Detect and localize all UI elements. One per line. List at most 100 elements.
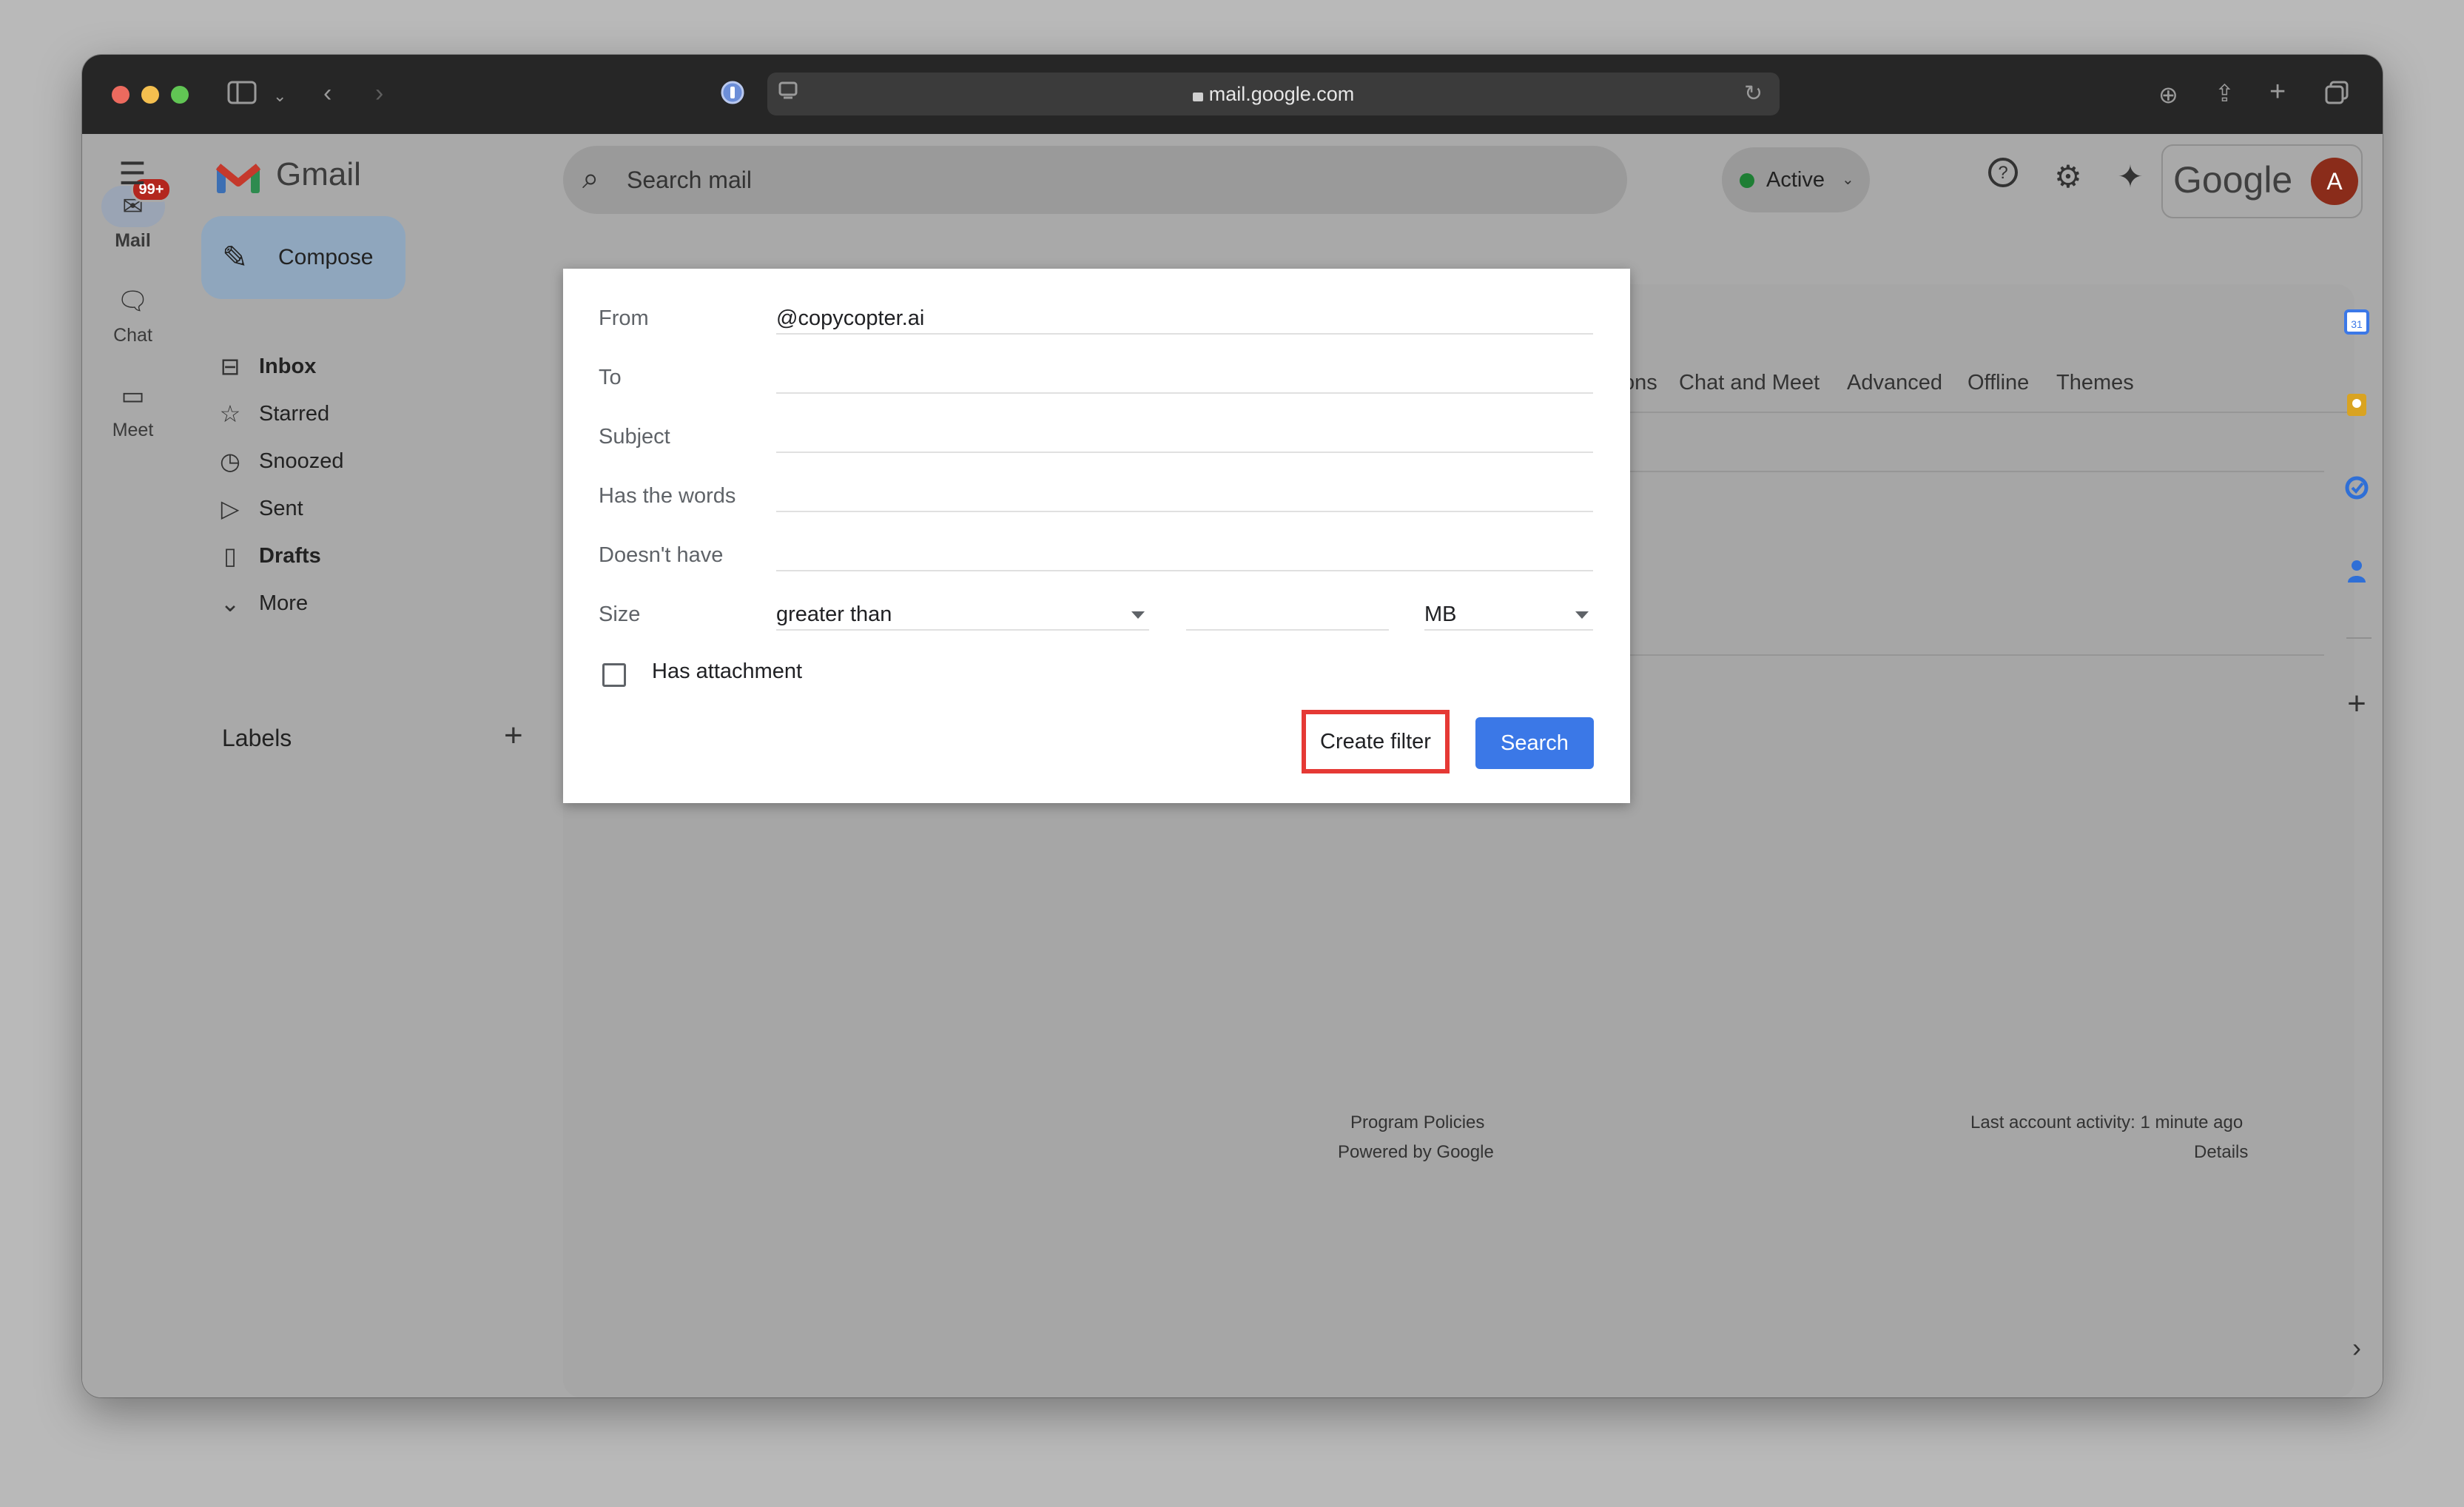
chat-icon: 🗨 [116, 287, 149, 315]
back-icon[interactable]: ‹ [323, 78, 331, 108]
sidebar-item-label: Drafts [259, 544, 321, 568]
search-filter-dialog: From @copycopter.ai To Subject Has the w… [563, 269, 1630, 803]
help-icon[interactable]: ? [1982, 156, 2024, 198]
sidebar-item-label: Inbox [259, 355, 317, 378]
app-rail: ✉ 99+ Mail 🗨 Chat ▭ Meet [82, 134, 184, 1397]
share-icon[interactable]: ⇪ [2215, 78, 2235, 108]
sidebar-item-label: Sent [259, 497, 303, 520]
subject-label: Subject [599, 425, 670, 449]
add-addon-icon[interactable]: + [2342, 688, 2372, 720]
program-policies-link[interactable]: Program Policies [1350, 1112, 1484, 1133]
google-logo: Google [2173, 159, 2293, 201]
status-selector[interactable]: Active ⌄ [1722, 147, 1870, 212]
settings-divider [1629, 654, 2324, 656]
dropdown-caret-icon [1575, 611, 1589, 619]
tab-overview-icon[interactable] [2324, 80, 2349, 112]
status-dot [1740, 173, 1754, 188]
tasks-icon[interactable] [2342, 474, 2372, 504]
subject-field[interactable] [776, 423, 1593, 453]
browser-window: ⌄ ‹ › mail.google.com ↻ ⊕ ⇪ + ✉ 99+ Mail… [82, 55, 2383, 1397]
doesnt-have-field[interactable] [776, 542, 1593, 571]
size-operator-value: greater than [776, 603, 892, 626]
gmail-logo[interactable] [215, 161, 261, 195]
avatar[interactable]: A [2311, 158, 2358, 205]
has-words-field[interactable] [776, 483, 1593, 512]
account-activity-text: Last account activity: 1 minute ago [1970, 1112, 2243, 1132]
star-icon: ☆ [219, 400, 241, 427]
main-menu-icon[interactable]: ☰ [112, 153, 153, 195]
calendar-icon[interactable]: 31 [2342, 309, 2372, 338]
rail-meet-label: Meet [112, 420, 154, 440]
forward-icon[interactable]: › [375, 78, 383, 108]
lock-icon [1192, 93, 1203, 101]
app-name: Gmail [276, 156, 361, 192]
zoom-window-button[interactable] [171, 86, 189, 104]
gemini-icon[interactable]: ✦ [2110, 156, 2151, 198]
keep-icon[interactable] [2342, 392, 2372, 421]
send-icon: ▷ [221, 495, 240, 522]
rail-chat-label: Chat [113, 325, 152, 346]
compose-button[interactable]: ✎ Compose [201, 216, 405, 299]
search-icon[interactable]: ⌕ [582, 162, 599, 195]
rail-chat[interactable]: 🗨 Chat [82, 281, 184, 346]
tab-themes[interactable]: Themes [2056, 371, 2134, 395]
sidebar-item-label: More [259, 591, 309, 615]
details-link[interactable]: Details [2194, 1142, 2248, 1163]
new-tab-icon[interactable]: + [2269, 77, 2286, 107]
tabs-divider [1629, 412, 2354, 413]
chevron-down-icon: ⌄ [220, 590, 240, 617]
inbox-icon: ⊟ [220, 353, 240, 380]
chevron-down-icon[interactable]: ⌄ [273, 81, 286, 111]
has-attachment-checkbox[interactable] [602, 663, 626, 687]
size-unit-select[interactable]: MB [1424, 601, 1593, 631]
password-manager-icon[interactable] [720, 80, 745, 112]
size-operator-select[interactable]: greater than [776, 601, 1149, 631]
compose-label: Compose [278, 245, 374, 269]
size-value-field[interactable] [1186, 601, 1389, 631]
add-label-icon[interactable]: + [504, 717, 523, 754]
panel-divider [2346, 637, 2372, 639]
video-icon: ▭ [121, 382, 145, 410]
svg-text:31: 31 [2351, 318, 2363, 330]
url-text: mail.google.com [1208, 83, 1355, 105]
gear-icon[interactable]: ⚙ [2047, 156, 2089, 198]
minimize-window-button[interactable] [141, 86, 159, 104]
sidebar-item-label: Snoozed [259, 449, 344, 473]
close-window-button[interactable] [112, 86, 129, 104]
settings-divider [1629, 471, 2324, 472]
create-filter-button[interactable]: Create filter [1302, 710, 1450, 773]
gmail-app: ✉ 99+ Mail 🗨 Chat ▭ Meet ☰ Gmail ⌕ Searc… [82, 134, 2383, 1397]
svg-text:?: ? [1998, 163, 2007, 183]
size-label: Size [599, 603, 641, 626]
address-bar[interactable]: mail.google.com ↻ [767, 73, 1780, 115]
search-bar[interactable]: ⌕ Search mail [563, 146, 1627, 214]
labels-heading: Labels [222, 725, 292, 751]
google-account-box[interactable]: Google A [2161, 144, 2363, 218]
to-field[interactable] [776, 364, 1593, 394]
dropdown-caret-icon [1131, 611, 1145, 619]
has-attachment-label: Has attachment [652, 659, 803, 683]
search-input[interactable]: Search mail [627, 146, 752, 214]
reload-icon[interactable]: ↻ [1744, 79, 1763, 109]
rail-mail[interactable]: ✉ 99+ Mail [82, 177, 184, 252]
size-unit-value: MB [1424, 603, 1457, 626]
tab-advanced[interactable]: Advanced [1847, 371, 1942, 395]
from-label: From [599, 306, 649, 330]
rail-mail-label: Mail [115, 230, 151, 251]
sidebar-item-label: Starred [259, 402, 330, 426]
from-field[interactable]: @copycopter.ai [776, 305, 1593, 335]
search-button[interactable]: Search [1475, 717, 1594, 769]
to-label: To [599, 366, 622, 389]
sidebar-toggle-icon[interactable] [227, 80, 257, 112]
browser-toolbar: ⌄ ‹ › mail.google.com ↻ ⊕ ⇪ + [82, 55, 2383, 134]
chevron-down-icon: ⌄ [1842, 172, 1854, 188]
powered-by-text: Powered by Google [1338, 1142, 1494, 1162]
clock-icon: ◷ [220, 448, 240, 474]
tab-offline[interactable]: Offline [1968, 371, 2029, 395]
contacts-icon[interactable] [2342, 557, 2372, 587]
download-icon[interactable]: ⊕ [2158, 80, 2178, 110]
tab-chat-meet[interactable]: Chat and Meet [1679, 371, 1820, 395]
pencil-icon: ✎ [222, 240, 249, 275]
rail-meet[interactable]: ▭ Meet [82, 375, 184, 441]
chevron-right-icon[interactable]: › [2342, 1333, 2372, 1363]
